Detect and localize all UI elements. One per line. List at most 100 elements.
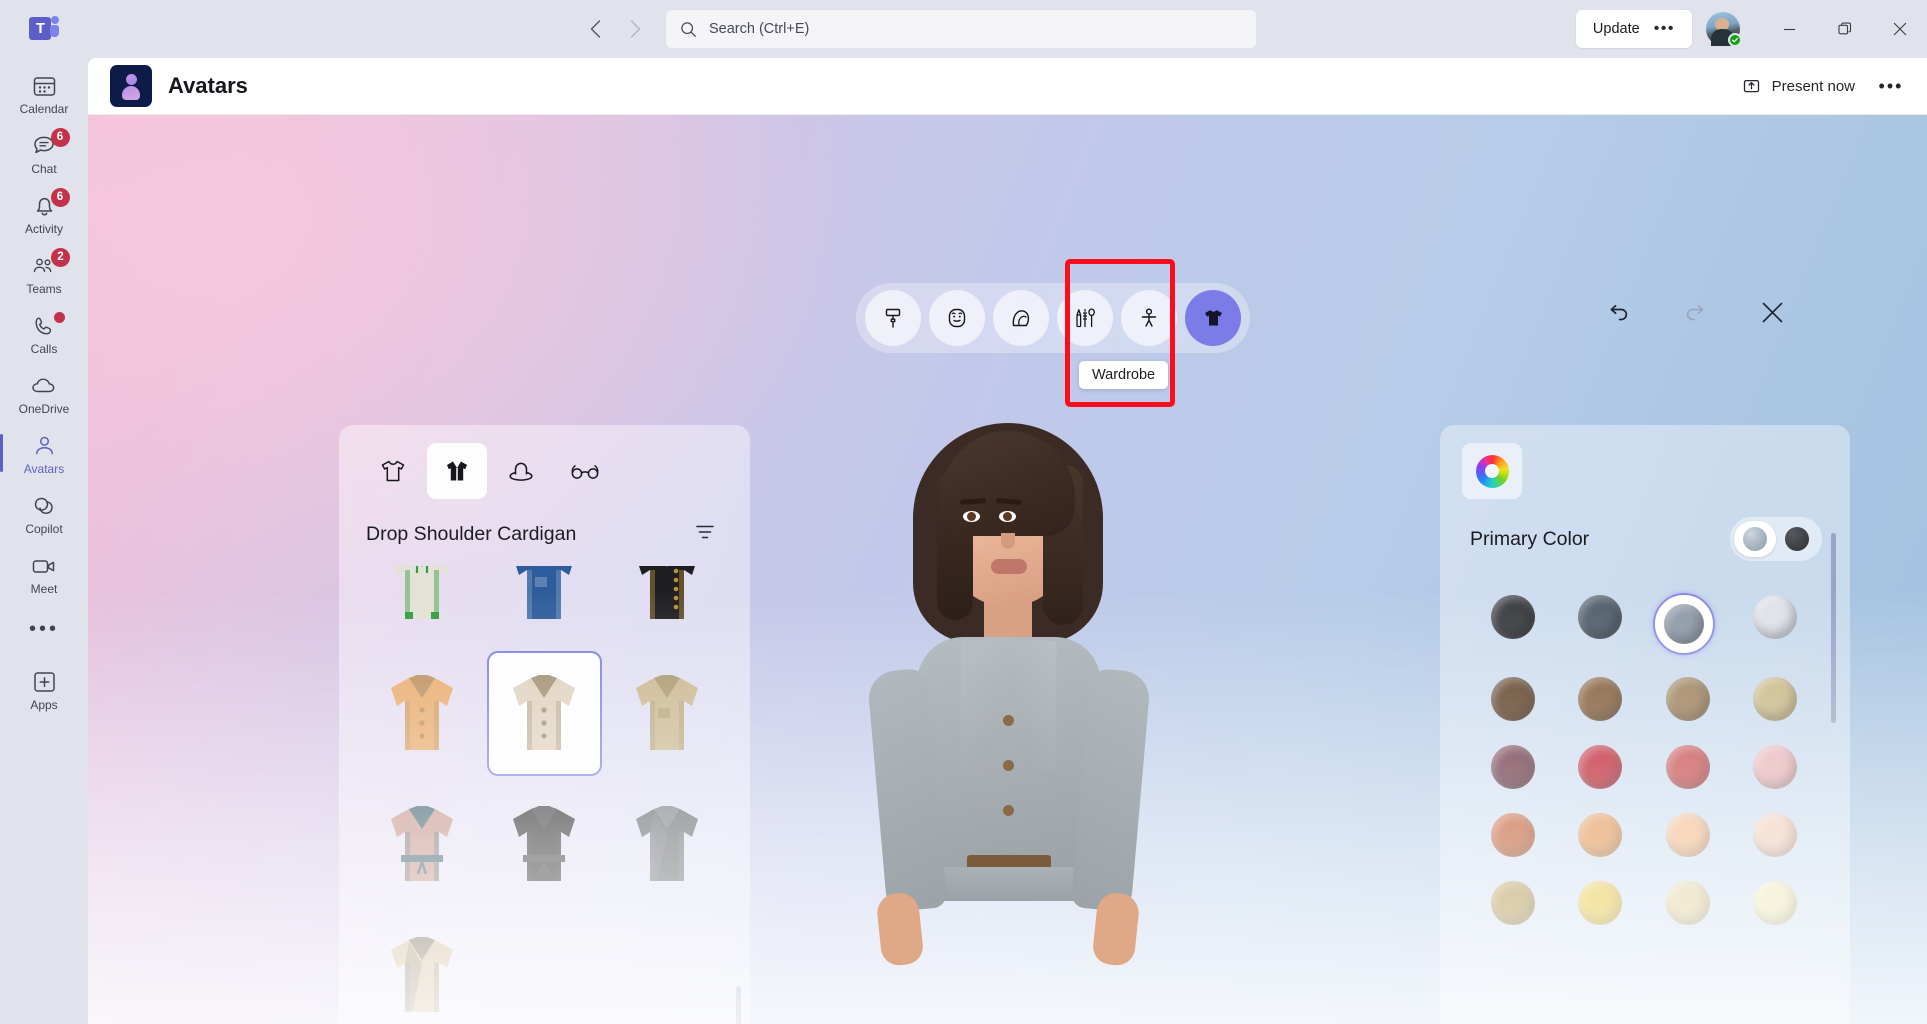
wardrobe-tab-headwear[interactable]: [491, 443, 551, 499]
wardrobe-item-gray-blazer[interactable]: [610, 782, 724, 907]
swatch-dot: [1753, 677, 1798, 721]
forward-button[interactable]: [618, 12, 652, 46]
color-swatch-dark-gold[interactable]: [1478, 879, 1548, 927]
sidebar-item-label: Calendar: [19, 101, 69, 116]
sidebar-item-copilot[interactable]: Copilot: [6, 486, 82, 542]
wardrobe-item-plaid-wrap-coat[interactable]: [365, 782, 479, 907]
sidebar-item-label: Activity: [24, 221, 63, 236]
color-swatch-slate-gray[interactable]: [1566, 593, 1636, 641]
back-button[interactable]: [578, 12, 612, 46]
garment-thumbnail: [501, 668, 587, 760]
wardrobe-tab-outerwear[interactable]: [427, 443, 487, 499]
sidebar-item-avatars[interactable]: Avatars: [0, 426, 82, 482]
color-swatch-pale-gold[interactable]: [1653, 879, 1723, 927]
minimize-button[interactable]: [1762, 0, 1817, 58]
color-swatch-light-orange[interactable]: [1653, 811, 1723, 859]
wardrobe-tab-eyewear[interactable]: [555, 443, 615, 499]
color-swatch-charcoal[interactable]: [1478, 593, 1548, 641]
sidebar-item-meet[interactable]: Meet: [6, 546, 82, 602]
app-header-more-button[interactable]: •••: [1873, 69, 1909, 103]
tool-base[interactable]: [865, 290, 921, 346]
nav-buttons: [578, 12, 652, 46]
color-swatch-tan-brown[interactable]: [1653, 675, 1723, 723]
update-more-icon[interactable]: •••: [1654, 21, 1675, 37]
wardrobe-filter-button[interactable]: [690, 517, 720, 552]
presence-available-icon: [1728, 33, 1742, 47]
wardrobe-item-black-military-jacket[interactable]: [610, 566, 724, 645]
tool-body[interactable]: [1121, 290, 1177, 346]
color-swatch-gold[interactable]: [1566, 879, 1636, 927]
tool-hair[interactable]: [993, 290, 1049, 346]
present-now-button[interactable]: Present now: [1730, 69, 1867, 104]
swatch-dot: [1578, 677, 1623, 721]
editor-toolbar-wrapper: Wardrobe: [856, 259, 1250, 407]
app-header-actions: Present now •••: [1730, 69, 1927, 104]
teams-badge: 2: [51, 247, 70, 267]
color-panel-tabs: [1440, 425, 1850, 507]
sidebar-item-chat[interactable]: 6 Chat: [6, 126, 82, 182]
color-swatch-light-blue-gray[interactable]: [1653, 593, 1715, 655]
redo-button[interactable]: [1682, 300, 1710, 333]
secondary-color-option[interactable]: [1776, 521, 1818, 557]
wardrobe-tab-tops[interactable]: [363, 443, 423, 499]
garment-thumbnail: [624, 566, 710, 629]
sidebar-item-calendar[interactable]: Calendar: [6, 66, 82, 122]
wardrobe-grid-wrapper: [339, 566, 750, 1024]
primary-color-option[interactable]: [1734, 521, 1776, 557]
wardrobe-item-tweed-check-blazer[interactable]: [365, 913, 479, 1024]
color-swatch-dark-brown[interactable]: [1478, 675, 1548, 723]
tool-wardrobe[interactable]: [1185, 290, 1241, 346]
tshirt-icon: [1204, 310, 1222, 326]
wardrobe-item-cream-hoodie-green-trim[interactable]: [365, 566, 479, 645]
wardrobe-item-title: Drop Shoulder Cardigan: [366, 523, 577, 545]
chat-badge: 6: [50, 127, 70, 147]
color-swatch-pale-yellow[interactable]: [1741, 879, 1811, 927]
color-wheel-tab[interactable]: [1462, 443, 1522, 499]
tool-makeup[interactable]: [1057, 290, 1113, 346]
wardrobe-item-khaki-button-jacket[interactable]: [610, 651, 724, 776]
tool-face[interactable]: [929, 290, 985, 346]
undo-button[interactable]: [1604, 300, 1632, 333]
color-swatch-medium-brown[interactable]: [1566, 675, 1636, 723]
teams-logo: T: [0, 15, 88, 43]
color-swatch-brick-red[interactable]: [1653, 743, 1723, 791]
history-controls: [1604, 300, 1785, 333]
close-editor-button[interactable]: [1760, 300, 1785, 333]
color-swatch-burnt-orange[interactable]: [1478, 811, 1548, 859]
update-button[interactable]: Update •••: [1575, 10, 1692, 48]
sidebar-item-apps[interactable]: Apps: [6, 662, 82, 718]
color-panel-scrollbar[interactable]: [1831, 533, 1836, 723]
close-button[interactable]: [1872, 0, 1927, 58]
wardrobe-item-blue-denim-jacket[interactable]: [487, 566, 601, 645]
people-icon: 2: [31, 247, 70, 279]
sidebar-item-activity[interactable]: 6 Activity: [6, 186, 82, 242]
sidebar-more-button[interactable]: •••: [6, 606, 82, 652]
primary-secondary-toggle: [1730, 517, 1822, 561]
color-swatch-peach[interactable]: [1741, 811, 1811, 859]
sidebar-item-onedrive[interactable]: OneDrive: [6, 366, 82, 422]
wardrobe-title-row: Drop Shoulder Cardigan: [339, 509, 750, 566]
primary-color-swatch: [1743, 527, 1767, 551]
maximize-button[interactable]: [1817, 0, 1872, 58]
search-input[interactable]: Search (Ctrl+E): [666, 10, 1256, 48]
wardrobe-item-beige-drop-shoulder-cardigan[interactable]: [487, 651, 602, 776]
wardrobe-panel: Drop Shoulder Cardigan: [339, 425, 750, 1024]
color-swatch-khaki[interactable]: [1741, 675, 1811, 723]
color-swatch-crimson[interactable]: [1566, 743, 1636, 791]
wardrobe-item-tan-open-cardigan[interactable]: [365, 651, 479, 776]
profile-avatar[interactable]: [1706, 12, 1742, 47]
sidebar-item-teams[interactable]: 2 Teams: [6, 246, 82, 302]
avatar-preview[interactable]: [843, 415, 1173, 1024]
sidebar-item-label: Copilot: [25, 521, 63, 536]
sidebar-item-label: Teams: [26, 281, 62, 296]
app-rail: Calendar 6 Chat 6 Activity 2 Teams Calls…: [0, 58, 88, 1024]
color-swatch-grid: [1440, 567, 1850, 927]
activity-badge: 6: [50, 187, 70, 207]
color-swatch-orange[interactable]: [1566, 811, 1636, 859]
wardrobe-item-black-wrap-coat[interactable]: [487, 782, 601, 907]
color-swatch-dark-maroon[interactable]: [1478, 743, 1548, 791]
sidebar-item-calls[interactable]: Calls: [6, 306, 82, 362]
wardrobe-scrollbar[interactable]: [736, 986, 741, 1024]
color-swatch-dusty-pink[interactable]: [1741, 743, 1811, 791]
color-swatch-off-white[interactable]: [1741, 593, 1811, 641]
